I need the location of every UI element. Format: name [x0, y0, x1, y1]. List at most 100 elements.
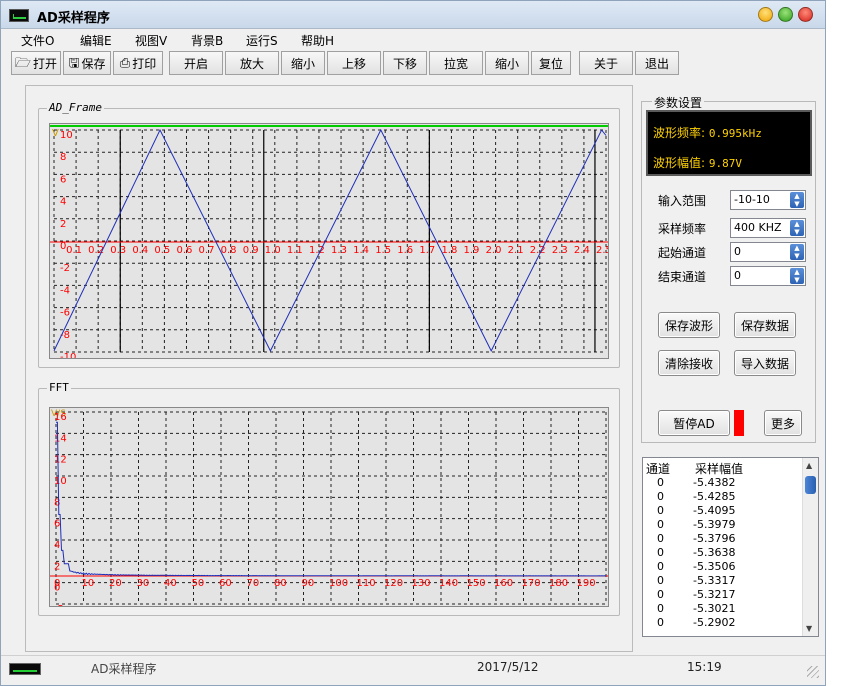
- move-down-button[interactable]: 下移: [383, 51, 427, 75]
- list-row[interactable]: 0 -5.2902: [643, 616, 803, 630]
- end-channel-spinner[interactable]: 0 ▲ ▼: [730, 266, 806, 286]
- x-tick-label: 130: [412, 578, 431, 589]
- y-tick-label: 6: [54, 519, 60, 530]
- row-amplitude: -5.4095: [693, 504, 736, 517]
- list-row[interactable]: 0 -5.3021: [643, 602, 803, 616]
- list-row[interactable]: 0 -5.3217: [643, 588, 803, 602]
- x-tick-label: 100: [329, 578, 348, 589]
- list-row[interactable]: 0 -5.3506: [643, 560, 803, 574]
- menu-help[interactable]: 帮助H: [301, 32, 334, 49]
- open-button[interactable]: 🗁 打开: [11, 51, 61, 75]
- x-tick-label: 0.6: [176, 245, 192, 256]
- save-button[interactable]: 🖫 保存: [63, 51, 111, 75]
- list-row[interactable]: 0 -5.3317: [643, 574, 803, 588]
- x-tick-label: 1.1: [287, 245, 303, 256]
- clear-received-button[interactable]: 清除接收: [658, 350, 720, 376]
- resize-grip-icon[interactable]: [807, 666, 819, 678]
- row-channel: 0: [657, 616, 664, 629]
- x-tick-label: 180: [549, 578, 568, 589]
- row-amplitude: -5.4285: [693, 490, 736, 503]
- channel-header: 通道: [646, 462, 671, 476]
- row-amplitude: -5.3979: [693, 518, 736, 531]
- list-row[interactable]: 0 -5.3796: [643, 532, 803, 546]
- row-amplitude: -5.3021: [693, 602, 736, 615]
- status-time: 15:19: [687, 660, 722, 674]
- x-tick-label: 0.8: [221, 245, 237, 256]
- x-tick-label: 0.3: [110, 245, 126, 256]
- menu-file[interactable]: 文件O: [21, 32, 54, 49]
- list-row[interactable]: 0 -5.4382: [643, 476, 803, 490]
- list-row[interactable]: 0 -5.4095: [643, 504, 803, 518]
- x-tick-label: 2.0: [486, 245, 502, 256]
- y-tick-label: 14: [54, 433, 67, 444]
- start-button[interactable]: 开启: [169, 51, 223, 75]
- row-channel: 0: [657, 588, 664, 601]
- row-channel: 0: [657, 504, 664, 517]
- scroll-up-icon[interactable]: ▲: [806, 461, 812, 470]
- title-bar: AD采样程序: [1, 1, 825, 29]
- menu-background[interactable]: 背景B: [191, 32, 223, 49]
- row-channel: 0: [657, 518, 664, 531]
- pause-ad-button[interactable]: 暂停AD: [658, 410, 730, 436]
- import-data-button[interactable]: 导入数据: [734, 350, 796, 376]
- minimize-button[interactable]: [758, 7, 773, 22]
- start-channel-spinner[interactable]: 0 ▲ ▼: [730, 242, 806, 262]
- x-tick-label: 1.5: [375, 245, 391, 256]
- x-tick-label: 2.1: [508, 245, 524, 256]
- window-title: AD采样程序: [37, 11, 110, 26]
- x-tick-label: 90: [302, 578, 315, 589]
- x-tick-label: 2.4: [574, 245, 590, 256]
- list-row[interactable]: 0 -5.3638: [643, 546, 803, 560]
- move-up-button[interactable]: 上移: [327, 51, 381, 75]
- shrink-button[interactable]: 缩小: [485, 51, 529, 75]
- y-tick-label: 10: [54, 476, 67, 487]
- input-range-spinner[interactable]: -10-10 ▲ ▼: [730, 190, 806, 210]
- readout-display: 波形频率: 0.995kHz 波形幅值: 9.87V: [646, 110, 812, 176]
- spinner-arrows-icon[interactable]: ▲ ▼: [790, 192, 804, 208]
- x-tick-label: 0: [54, 578, 60, 589]
- y-tick-label: 8: [60, 152, 66, 163]
- spinner-arrows-icon[interactable]: ▲ ▼: [790, 244, 804, 260]
- y-unit-label: V: [52, 128, 59, 139]
- sample-rate-spinner[interactable]: 400 KHZ ▲ ▼: [730, 218, 806, 238]
- scroll-down-icon[interactable]: ▼: [806, 624, 812, 633]
- y-tick-label: 2: [60, 219, 66, 230]
- scroll-thumb[interactable]: [805, 476, 816, 494]
- list-row[interactable]: 0 -5.3979: [643, 518, 803, 532]
- stretch-button[interactable]: 拉宽: [429, 51, 483, 75]
- close-button[interactable]: [798, 7, 813, 22]
- x-tick-label: 1.7: [419, 245, 435, 256]
- y-tick-label: -2: [60, 263, 70, 274]
- menu-run[interactable]: 运行S: [246, 32, 278, 49]
- zoom-in-button[interactable]: 放大: [225, 51, 279, 75]
- save-waveform-button[interactable]: 保存波形: [658, 312, 720, 338]
- app-icon: [9, 9, 29, 22]
- maximize-button[interactable]: [778, 7, 793, 22]
- x-tick-label: 2.5: [596, 245, 609, 256]
- x-tick-label: 190: [577, 578, 596, 589]
- ad-waveform-plot: V 10 8 6 4 2 0 -2 -4 -6 -8 -10 0.1 0.2 0.3 0.4 0.5 0.6 0.7…: [49, 123, 609, 359]
- zoom-out-button[interactable]: 缩小: [281, 51, 325, 75]
- app-window: AD采样程序 文件O 编辑E 视图V 背景B 运行S 帮助H 🗁 打开 🖫 保存 ⎙…: [0, 0, 826, 686]
- x-tick-label: 1.9: [464, 245, 480, 256]
- list-row[interactable]: 0 -5.4285: [643, 490, 803, 504]
- row-channel: 0: [657, 490, 664, 503]
- sample-list[interactable]: 通道 采样幅值 0 -5.4382 0 -5.4285 0 -5.4095 0 -5.3979…: [642, 457, 819, 637]
- more-button[interactable]: 更多: [764, 410, 802, 436]
- status-indicator: [734, 410, 744, 436]
- row-amplitude: -5.3317: [693, 574, 736, 587]
- reset-button[interactable]: 复位: [531, 51, 571, 75]
- row-amplitude: -5.4382: [693, 476, 736, 489]
- list-scrollbar[interactable]: ▲ ▼: [802, 458, 818, 636]
- menu-view[interactable]: 视图V: [135, 32, 167, 49]
- y-tick-label: 2: [54, 561, 60, 572]
- x-tick-label: 160: [494, 578, 513, 589]
- save-data-button[interactable]: 保存数据: [734, 312, 796, 338]
- menu-edit[interactable]: 编辑E: [80, 32, 112, 49]
- about-button[interactable]: 关于: [579, 51, 633, 75]
- status-app-icon: [9, 663, 41, 675]
- spinner-arrows-icon[interactable]: ▲ ▼: [790, 268, 804, 284]
- exit-button[interactable]: 退出: [635, 51, 679, 75]
- spinner-arrows-icon[interactable]: ▲ ▼: [790, 220, 804, 236]
- print-button[interactable]: ⎙ 打印: [113, 51, 163, 75]
